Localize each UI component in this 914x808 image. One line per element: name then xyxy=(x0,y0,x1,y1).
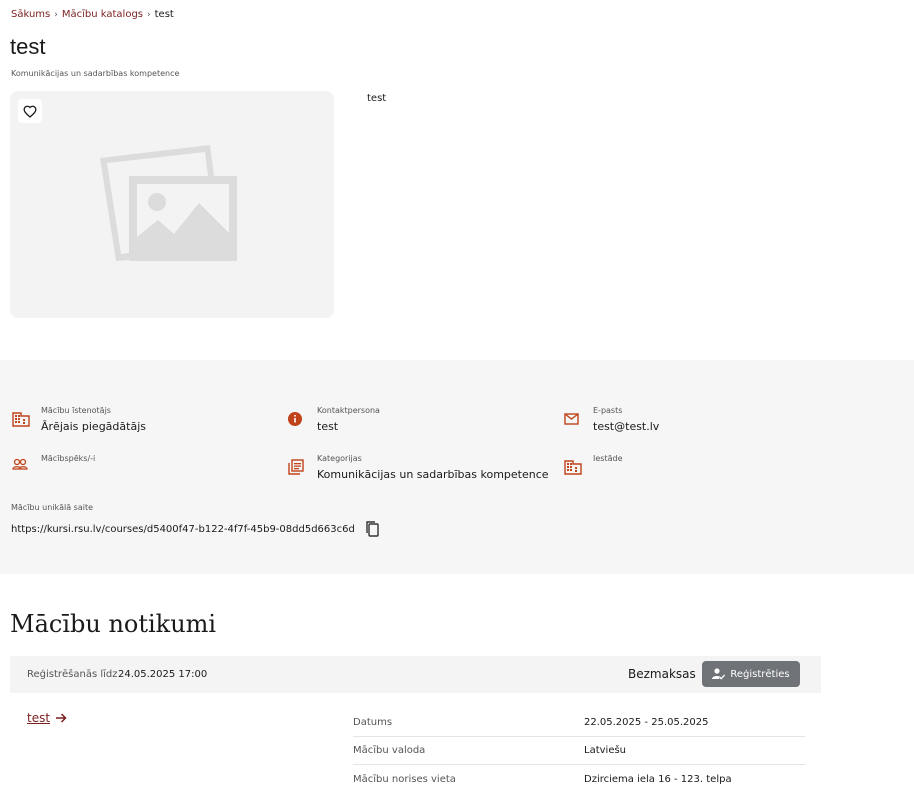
copy-link-button[interactable] xyxy=(364,520,380,538)
event-price: Bezmaksas xyxy=(628,667,696,681)
contact-value: test xyxy=(317,420,339,433)
course-image xyxy=(10,91,334,318)
copy-icon xyxy=(366,521,379,537)
library-icon xyxy=(288,459,304,475)
favorite-button[interactable] xyxy=(18,99,42,123)
info-contact: Kontaktpersona test xyxy=(288,406,380,433)
building-icon xyxy=(564,460,582,475)
contact-label: Kontaktpersona xyxy=(317,406,380,415)
event-header-bar: Reģistrēšanās līdz 24.05.2025 17:00 Bezm… xyxy=(10,656,821,693)
info-icon xyxy=(288,412,302,426)
info-email: E-pasts test@test.lv xyxy=(564,406,659,433)
event-name-link[interactable]: test xyxy=(27,711,67,725)
heart-icon xyxy=(23,105,37,118)
info-institution: Iestāde xyxy=(564,454,623,476)
category-value: Komunikācijas un sadarbības kompetence xyxy=(317,468,549,481)
registration-deadline-label: Reģistrēšanās līdz xyxy=(27,669,118,680)
people-icon xyxy=(12,458,28,470)
trainers-label: Mācībspēks/-i xyxy=(41,454,96,463)
breadcrumb: Sākums › Mācību katalogs › test xyxy=(11,9,174,20)
page-title: test xyxy=(10,34,46,59)
image-placeholder-icon xyxy=(100,145,237,261)
detail-key: Datums xyxy=(353,717,393,728)
course-competence: Komunikācijas un sadarbības kompetence xyxy=(11,69,180,78)
institution-label: Iestāde xyxy=(593,454,623,463)
events-section-title: Mācību notikumi xyxy=(10,610,217,638)
detail-key: Mācību valoda xyxy=(353,745,426,756)
arrow-right-icon xyxy=(56,713,67,723)
info-provider: Mācību īstenotājs Ārējais piegādātājs xyxy=(12,406,146,433)
unique-link-label: Mācību unikālā saite xyxy=(11,503,94,512)
course-description: test xyxy=(367,93,387,104)
detail-value: Dzirciema iela 16 - 123. telpa xyxy=(584,773,732,785)
register-button-label: Reģistrēties xyxy=(730,668,790,680)
person-check-icon xyxy=(712,668,726,680)
event-name: test xyxy=(27,711,51,725)
email-label: E-pasts xyxy=(593,406,623,415)
detail-key: Mācību norises vieta xyxy=(353,773,456,785)
breadcrumb-catalog-link[interactable]: Mācību katalogs xyxy=(62,9,143,20)
building-icon xyxy=(12,412,30,427)
category-label: Kategorijas xyxy=(317,454,362,463)
provider-value: Ārējais piegādātājs xyxy=(41,420,146,433)
breadcrumb-current: test xyxy=(154,9,174,20)
registration-deadline-value: 24.05.2025 17:00 xyxy=(118,669,208,680)
breadcrumb-separator: › xyxy=(54,9,58,20)
breadcrumb-home-link[interactable]: Sākums xyxy=(11,9,50,20)
email-value: test@test.lv xyxy=(593,420,660,433)
mail-icon xyxy=(564,413,579,425)
register-button[interactable]: Reģistrēties xyxy=(702,661,800,687)
breadcrumb-separator: › xyxy=(147,9,151,20)
info-category: Kategorijas Komunikācijas un sadarbības … xyxy=(288,454,549,481)
detail-value: 22.05.2025 - 25.05.2025 xyxy=(584,717,709,728)
unique-link-value: https://kursi.rsu.lv/courses/d5400f47-b1… xyxy=(11,523,355,535)
unique-link-row: https://kursi.rsu.lv/courses/d5400f47-b1… xyxy=(11,520,380,538)
info-trainers: Mācībspēks/-i xyxy=(12,454,95,476)
event-details-table: Datums 22.05.2025 - 25.05.2025 Mācību va… xyxy=(353,709,805,793)
provider-label: Mācību īstenotājs xyxy=(41,406,111,415)
detail-row: Mācību valoda Latviešu xyxy=(353,737,805,765)
detail-value: Latviešu xyxy=(584,745,627,756)
detail-row: Mācību norises vieta Dzirciema iela 16 -… xyxy=(353,765,805,793)
detail-row: Datums 22.05.2025 - 25.05.2025 xyxy=(353,709,805,737)
